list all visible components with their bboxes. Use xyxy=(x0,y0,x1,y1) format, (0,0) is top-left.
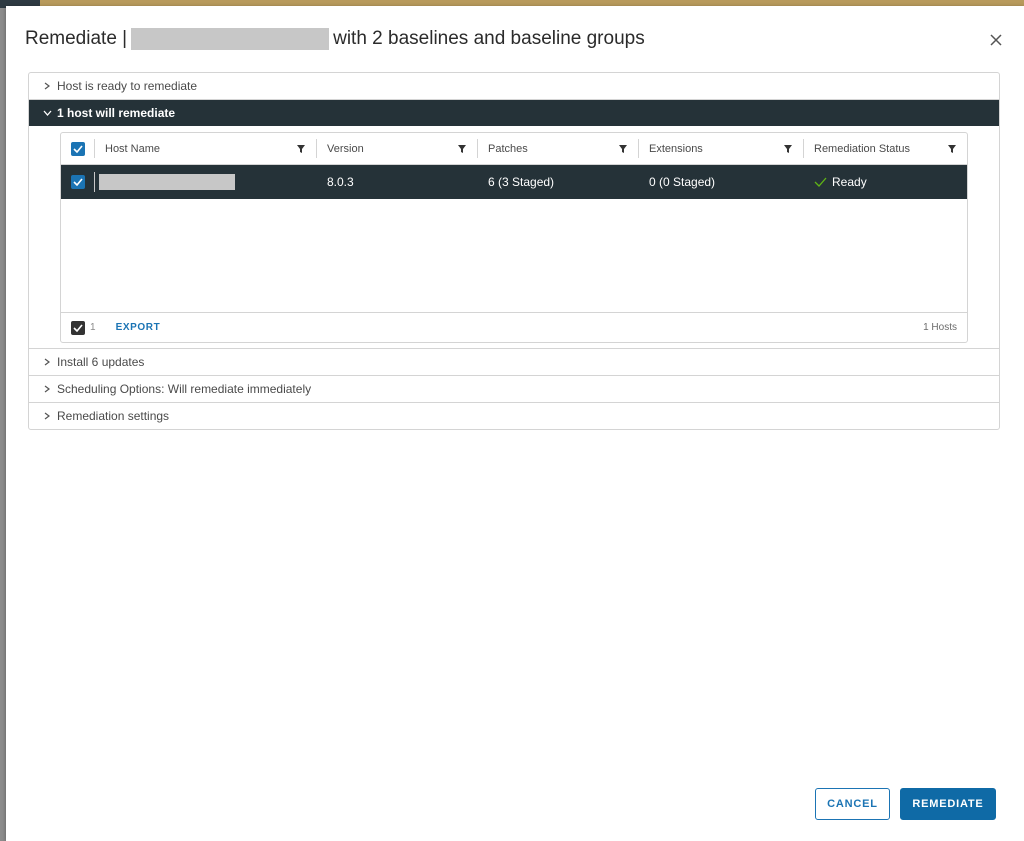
chevron-right-icon xyxy=(41,80,53,92)
checkmark-icon xyxy=(72,144,83,153)
select-all-checkbox[interactable] xyxy=(70,141,85,156)
panel-hosts-will-remediate-header[interactable]: 1 host will remediate xyxy=(29,100,999,126)
datagrid-footer: 1 EXPORT 1 Hosts xyxy=(61,313,967,342)
dialog-title: Remediate | with 2 baselines and baselin… xyxy=(25,26,645,52)
cell-host-name xyxy=(94,165,316,199)
panel-host-ready-header[interactable]: Host is ready to remediate xyxy=(29,73,999,99)
panel-scheduling-options-label: Scheduling Options: Will remediate immed… xyxy=(57,382,312,396)
filter-icon[interactable] xyxy=(457,144,467,154)
close-button[interactable] xyxy=(986,30,1006,50)
column-patches-label: Patches xyxy=(488,142,528,155)
cell-remediation-status: Ready xyxy=(803,165,967,199)
panel-remediation-settings-header[interactable]: Remediation settings xyxy=(29,403,999,429)
panel-scheduling-options: Scheduling Options: Will remediate immed… xyxy=(29,375,999,402)
cell-patches: 6 (3 Staged) xyxy=(488,175,555,189)
hosts-datagrid: Host Name Version Patches Extensions Rem… xyxy=(60,132,968,343)
remediate-button[interactable]: REMEDIATE xyxy=(900,788,996,820)
panel-remediation-settings-label: Remediation settings xyxy=(57,409,170,423)
row-select-cell xyxy=(61,165,94,199)
panel-hosts-will-remediate-body: Host Name Version Patches Extensions Rem… xyxy=(29,126,999,348)
check-icon xyxy=(814,177,827,187)
checkmark-icon xyxy=(73,323,83,332)
dialog-title-prefix: Remediate | xyxy=(25,28,128,49)
panel-install-updates-label: Install 6 updates xyxy=(57,355,145,369)
panel-hosts-will-remediate-label: 1 host will remediate xyxy=(57,106,176,120)
cancel-button[interactable]: CANCEL xyxy=(815,788,890,820)
export-button[interactable]: EXPORT xyxy=(116,322,161,333)
cell-extensions: 0 (0 Staged) xyxy=(649,175,716,189)
redacted-cluster-name xyxy=(131,28,330,50)
dialog-footer: CANCEL REMEDIATE xyxy=(815,788,996,820)
row-checkbox[interactable] xyxy=(70,175,85,189)
cell-version: 8.0.3 xyxy=(327,175,354,189)
filter-icon[interactable] xyxy=(296,144,306,154)
panel-host-ready: Host is ready to remediate xyxy=(29,73,999,99)
column-host-name-label: Host Name xyxy=(105,142,161,155)
chevron-right-icon xyxy=(41,410,53,422)
column-host-name[interactable]: Host Name xyxy=(94,133,316,164)
redacted-host-name xyxy=(99,174,235,190)
status-ready-label: Ready xyxy=(832,175,867,189)
column-extensions-label: Extensions xyxy=(649,142,703,155)
panel-host-ready-label: Host is ready to remediate xyxy=(57,79,198,93)
panel-scheduling-options-header[interactable]: Scheduling Options: Will remediate immed… xyxy=(29,376,999,402)
datagrid-header: Host Name Version Patches Extensions Rem… xyxy=(61,133,967,165)
filter-icon[interactable] xyxy=(783,144,793,154)
filter-icon[interactable] xyxy=(618,144,628,154)
footer-selection-checkbox[interactable] xyxy=(71,320,85,335)
footer-selected-count: 1 xyxy=(90,322,96,333)
chevron-right-icon xyxy=(41,383,53,395)
column-remediation-status-label: Remediation Status xyxy=(814,142,910,155)
chevron-right-icon xyxy=(41,356,53,368)
close-icon xyxy=(990,34,1002,46)
footer-total-hosts: 1 Hosts xyxy=(923,322,957,333)
column-remediation-status[interactable]: Remediation Status xyxy=(803,133,967,164)
remediate-dialog: Remediate | with 2 baselines and baselin… xyxy=(6,6,1024,841)
select-all-cell xyxy=(61,133,94,164)
dialog-title-suffix: with 2 baselines and baseline groups xyxy=(333,28,645,49)
panel-install-updates: Install 6 updates xyxy=(29,348,999,375)
filter-icon[interactable] xyxy=(947,144,957,154)
datagrid-empty-space xyxy=(61,199,967,313)
panel-install-updates-header[interactable]: Install 6 updates xyxy=(29,349,999,375)
column-extensions[interactable]: Extensions xyxy=(638,133,803,164)
remediation-accordion: Host is ready to remediate 1 host will r… xyxy=(28,72,1000,430)
panel-remediation-settings: Remediation settings xyxy=(29,402,999,429)
column-patches[interactable]: Patches xyxy=(477,133,638,164)
chevron-down-icon xyxy=(41,107,53,119)
column-version-label: Version xyxy=(327,142,364,155)
panel-hosts-will-remediate: 1 host will remediate Host Name Version … xyxy=(29,99,999,348)
column-version[interactable]: Version xyxy=(316,133,477,164)
table-row[interactable]: 8.0.3 6 (3 Staged) 0 (0 Staged) Ready xyxy=(61,165,967,199)
checkmark-icon xyxy=(72,178,83,186)
